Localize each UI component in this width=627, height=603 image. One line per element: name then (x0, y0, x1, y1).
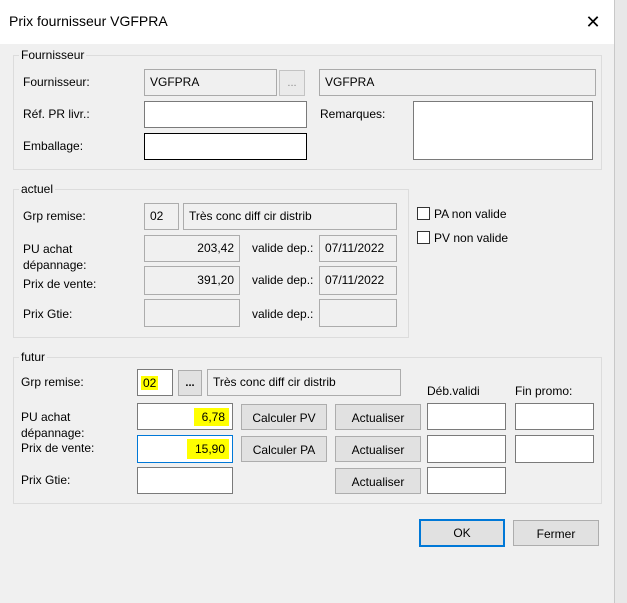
deb-validite-header: Déb.validi (427, 384, 480, 398)
actuel-pv-valide-dep-date: 07/11/2022 (319, 266, 397, 295)
emballage-input[interactable] (144, 133, 307, 160)
fournisseur-legend: Fournisseur (21, 48, 85, 62)
futur-pu-achat-label: PU achat dépannage: (21, 410, 85, 440)
fin-promo-pv-input[interactable] (515, 435, 594, 463)
deb-validite-pu-input[interactable] (427, 403, 506, 430)
fournisseur-label: Fournisseur: (23, 75, 90, 89)
futur-grp-remise-description: Très conc diff cir distrib (207, 369, 401, 396)
futur-prix-vente-text: 15,90 (186, 439, 229, 459)
pv-non-valide-checkbox[interactable] (417, 231, 430, 244)
futur-pu-achat-text: 6,78 (193, 408, 229, 426)
actuel-pu-achat-label: PU achat dépannage: (23, 242, 87, 272)
actuel-grp-remise-description: Très conc diff cir distrib (183, 203, 397, 230)
pv-non-valide-label: PV non valide (434, 231, 509, 245)
remarques-label: Remarques: (320, 107, 386, 121)
emballage-label: Emballage: (23, 139, 84, 153)
actuel-pu-valide-dep-date: 07/11/2022 (319, 235, 397, 262)
actuel-prix-vente-value: 391,20 (144, 266, 240, 295)
futur-prix-gtie-input[interactable] (137, 467, 233, 494)
remarques-textarea[interactable] (413, 101, 593, 160)
actuel-prix-gtie-value (144, 299, 240, 327)
deb-validite-gtie-input[interactable] (427, 467, 506, 494)
right-edge-scrollbar[interactable] (614, 0, 627, 603)
fournisseur-name-field: VGFPRA (319, 69, 596, 96)
actuel-grp-remise-label: Grp remise: (23, 209, 86, 223)
actuel-grp-remise-code: 02 (144, 203, 179, 230)
actualiser-gtie-button[interactable]: Actualiser (335, 468, 421, 494)
futur-prix-gtie-label: Prix Gtie: (21, 473, 71, 487)
actuel-prix-vente-label: Prix de vente: (23, 277, 97, 291)
ok-button[interactable]: OK (419, 519, 505, 547)
futur-prix-vente-label: Prix de vente: (21, 441, 95, 455)
calculer-pv-button[interactable]: Calculer PV (241, 404, 327, 430)
actuel-pv-valide-dep-label: valide dep.: (252, 273, 314, 287)
window-title: Prix fournisseur VGFPRA (9, 13, 168, 29)
futur-grp-remise-browse-button[interactable]: ... (178, 370, 202, 396)
calculer-pa-button[interactable]: Calculer PA (241, 436, 327, 462)
actuel-gtie-valide-dep-date (319, 299, 397, 327)
futur-pu-achat-input[interactable]: 6,78 (137, 403, 233, 430)
actuel-legend: actuel (21, 182, 54, 196)
actuel-gtie-valide-dep-label: valide dep.: (252, 307, 314, 321)
futur-grp-remise-code-text: 02 (141, 376, 159, 390)
fournisseur-code-field: VGFPRA (144, 69, 277, 96)
actualiser-pu-button[interactable]: Actualiser (335, 404, 421, 430)
futur-prix-vente-input[interactable]: 15,90 (137, 435, 233, 463)
deb-validite-pv-input[interactable] (427, 435, 506, 463)
actuel-prix-gtie-label: Prix Gtie: (23, 307, 73, 321)
fin-promo-header: Fin promo: (515, 384, 573, 398)
fermer-button[interactable]: Fermer (513, 520, 599, 546)
ref-pr-livr-label: Réf. PR livr.: (23, 107, 90, 121)
fournisseur-browse-button[interactable]: ... (279, 70, 305, 96)
futur-grp-remise-code-input[interactable]: 02 (137, 369, 173, 396)
actuel-pu-valide-dep-label: valide dep.: (252, 241, 314, 255)
ref-pr-livr-input[interactable] (144, 101, 307, 128)
close-button[interactable]: ✕ (578, 10, 608, 34)
fin-promo-pu-input[interactable] (515, 403, 594, 430)
pa-non-valide-label: PA non valide (434, 207, 507, 221)
actuel-pu-achat-value: 203,42 (144, 235, 240, 262)
actualiser-pv-button[interactable]: Actualiser (335, 436, 421, 462)
futur-grp-remise-label: Grp remise: (21, 375, 84, 389)
futur-legend: futur (21, 350, 46, 364)
pa-non-valide-checkbox[interactable] (417, 207, 430, 220)
